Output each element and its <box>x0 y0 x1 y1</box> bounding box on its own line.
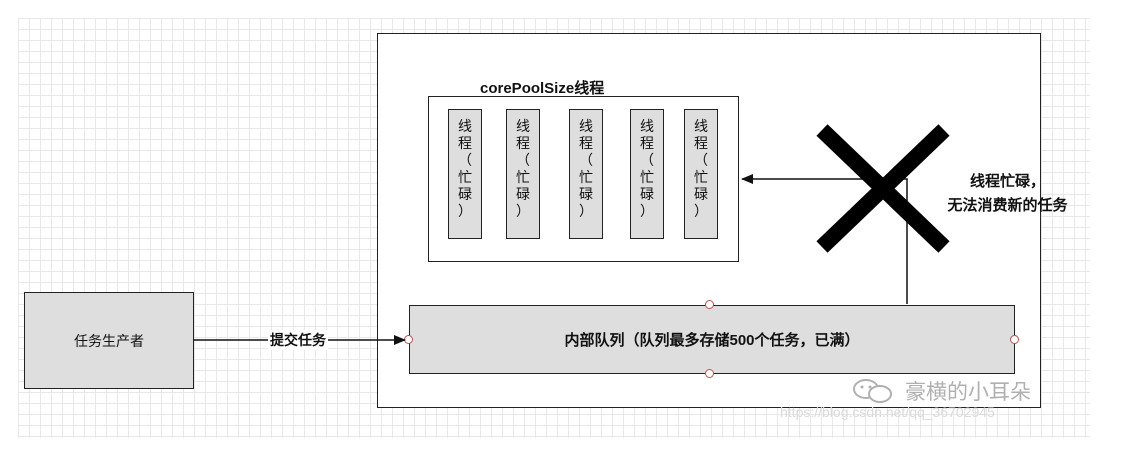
wechat-icon <box>853 379 892 403</box>
busy-note-line-1: 线程忙碌， <box>969 173 1045 190</box>
busy-note: 线程忙碌， 无法消费新的任务 <box>925 170 1090 218</box>
busy-note-line-2: 无法消费新的任务 <box>947 197 1068 214</box>
submit-task-label: 提交任务 <box>268 330 328 350</box>
watermark-url: https://blog.csdn.net/qq_36702945 <box>780 404 995 420</box>
watermark-name: 豪横的小耳朵 <box>905 381 1031 404</box>
